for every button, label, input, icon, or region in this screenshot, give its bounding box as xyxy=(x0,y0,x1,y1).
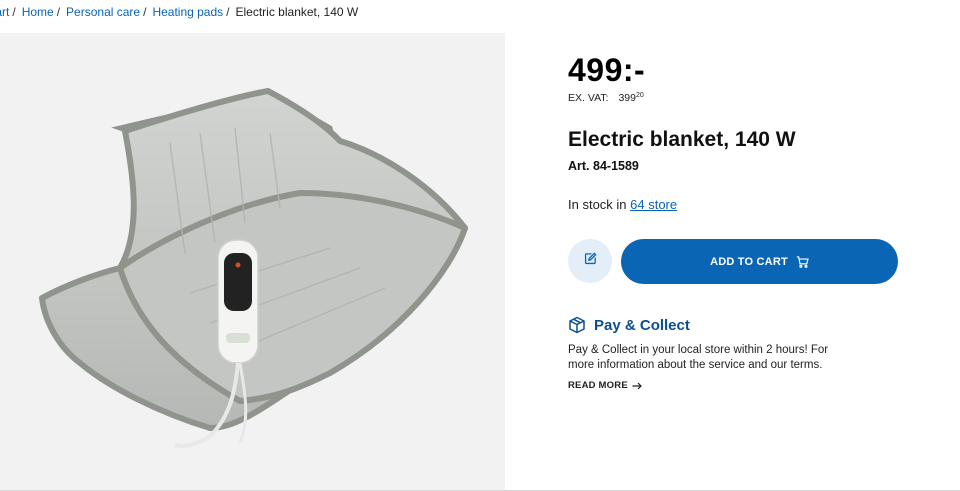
stock-prefix: In stock in xyxy=(568,197,631,212)
pay-collect-heading: Pay & Collect xyxy=(568,316,690,334)
breadcrumb-separator: / xyxy=(12,5,16,19)
box-icon xyxy=(568,316,586,334)
product-image[interactable] xyxy=(0,33,505,491)
arrow-right-icon xyxy=(632,382,642,390)
product-photo xyxy=(39,88,468,448)
breadcrumb-heating-pads[interactable]: Heating pads xyxy=(152,5,223,19)
read-more-link[interactable]: READ MORE xyxy=(568,380,642,391)
price-ex-vat: EX. VAT: 39920 xyxy=(568,92,644,104)
article-number: Art. 84-1589 xyxy=(568,159,639,173)
ex-vat-label: EX. VAT: xyxy=(568,92,609,104)
breadcrumb-separator: / xyxy=(226,5,230,19)
cart-icon xyxy=(796,255,809,268)
edit-icon xyxy=(584,252,597,270)
ex-vat-cents: 20 xyxy=(636,92,644,99)
breadcrumb-current: Electric blanket, 140 W xyxy=(235,5,359,19)
breadcrumb-personal-care[interactable]: Personal care xyxy=(66,5,140,19)
add-to-cart-label: ADD TO CART xyxy=(710,255,788,268)
add-to-cart-button[interactable]: ADD TO CART xyxy=(621,239,898,284)
stock-status: In stock in 64 store xyxy=(568,197,677,212)
pay-collect-description: Pay & Collect in your local store within… xyxy=(568,344,829,371)
breadcrumb-separator: / xyxy=(143,5,147,19)
store-stock-link[interactable]: 64 store xyxy=(630,197,677,212)
product-title: Electric blanket, 140 W xyxy=(568,128,796,151)
breadcrumb-start[interactable]: tart xyxy=(0,5,9,19)
breadcrumb-separator: / xyxy=(56,5,61,19)
edit-button[interactable] xyxy=(568,239,612,283)
read-more-label: READ MORE xyxy=(568,380,628,391)
ex-vat-value: 399 xyxy=(618,92,636,104)
price: 499:- xyxy=(568,52,646,88)
breadcrumb: tart/Home/Personal care/Heating pads/Ele… xyxy=(0,5,358,19)
breadcrumb-home[interactable]: Home xyxy=(22,5,54,19)
pay-collect-title: Pay & Collect xyxy=(594,316,690,334)
